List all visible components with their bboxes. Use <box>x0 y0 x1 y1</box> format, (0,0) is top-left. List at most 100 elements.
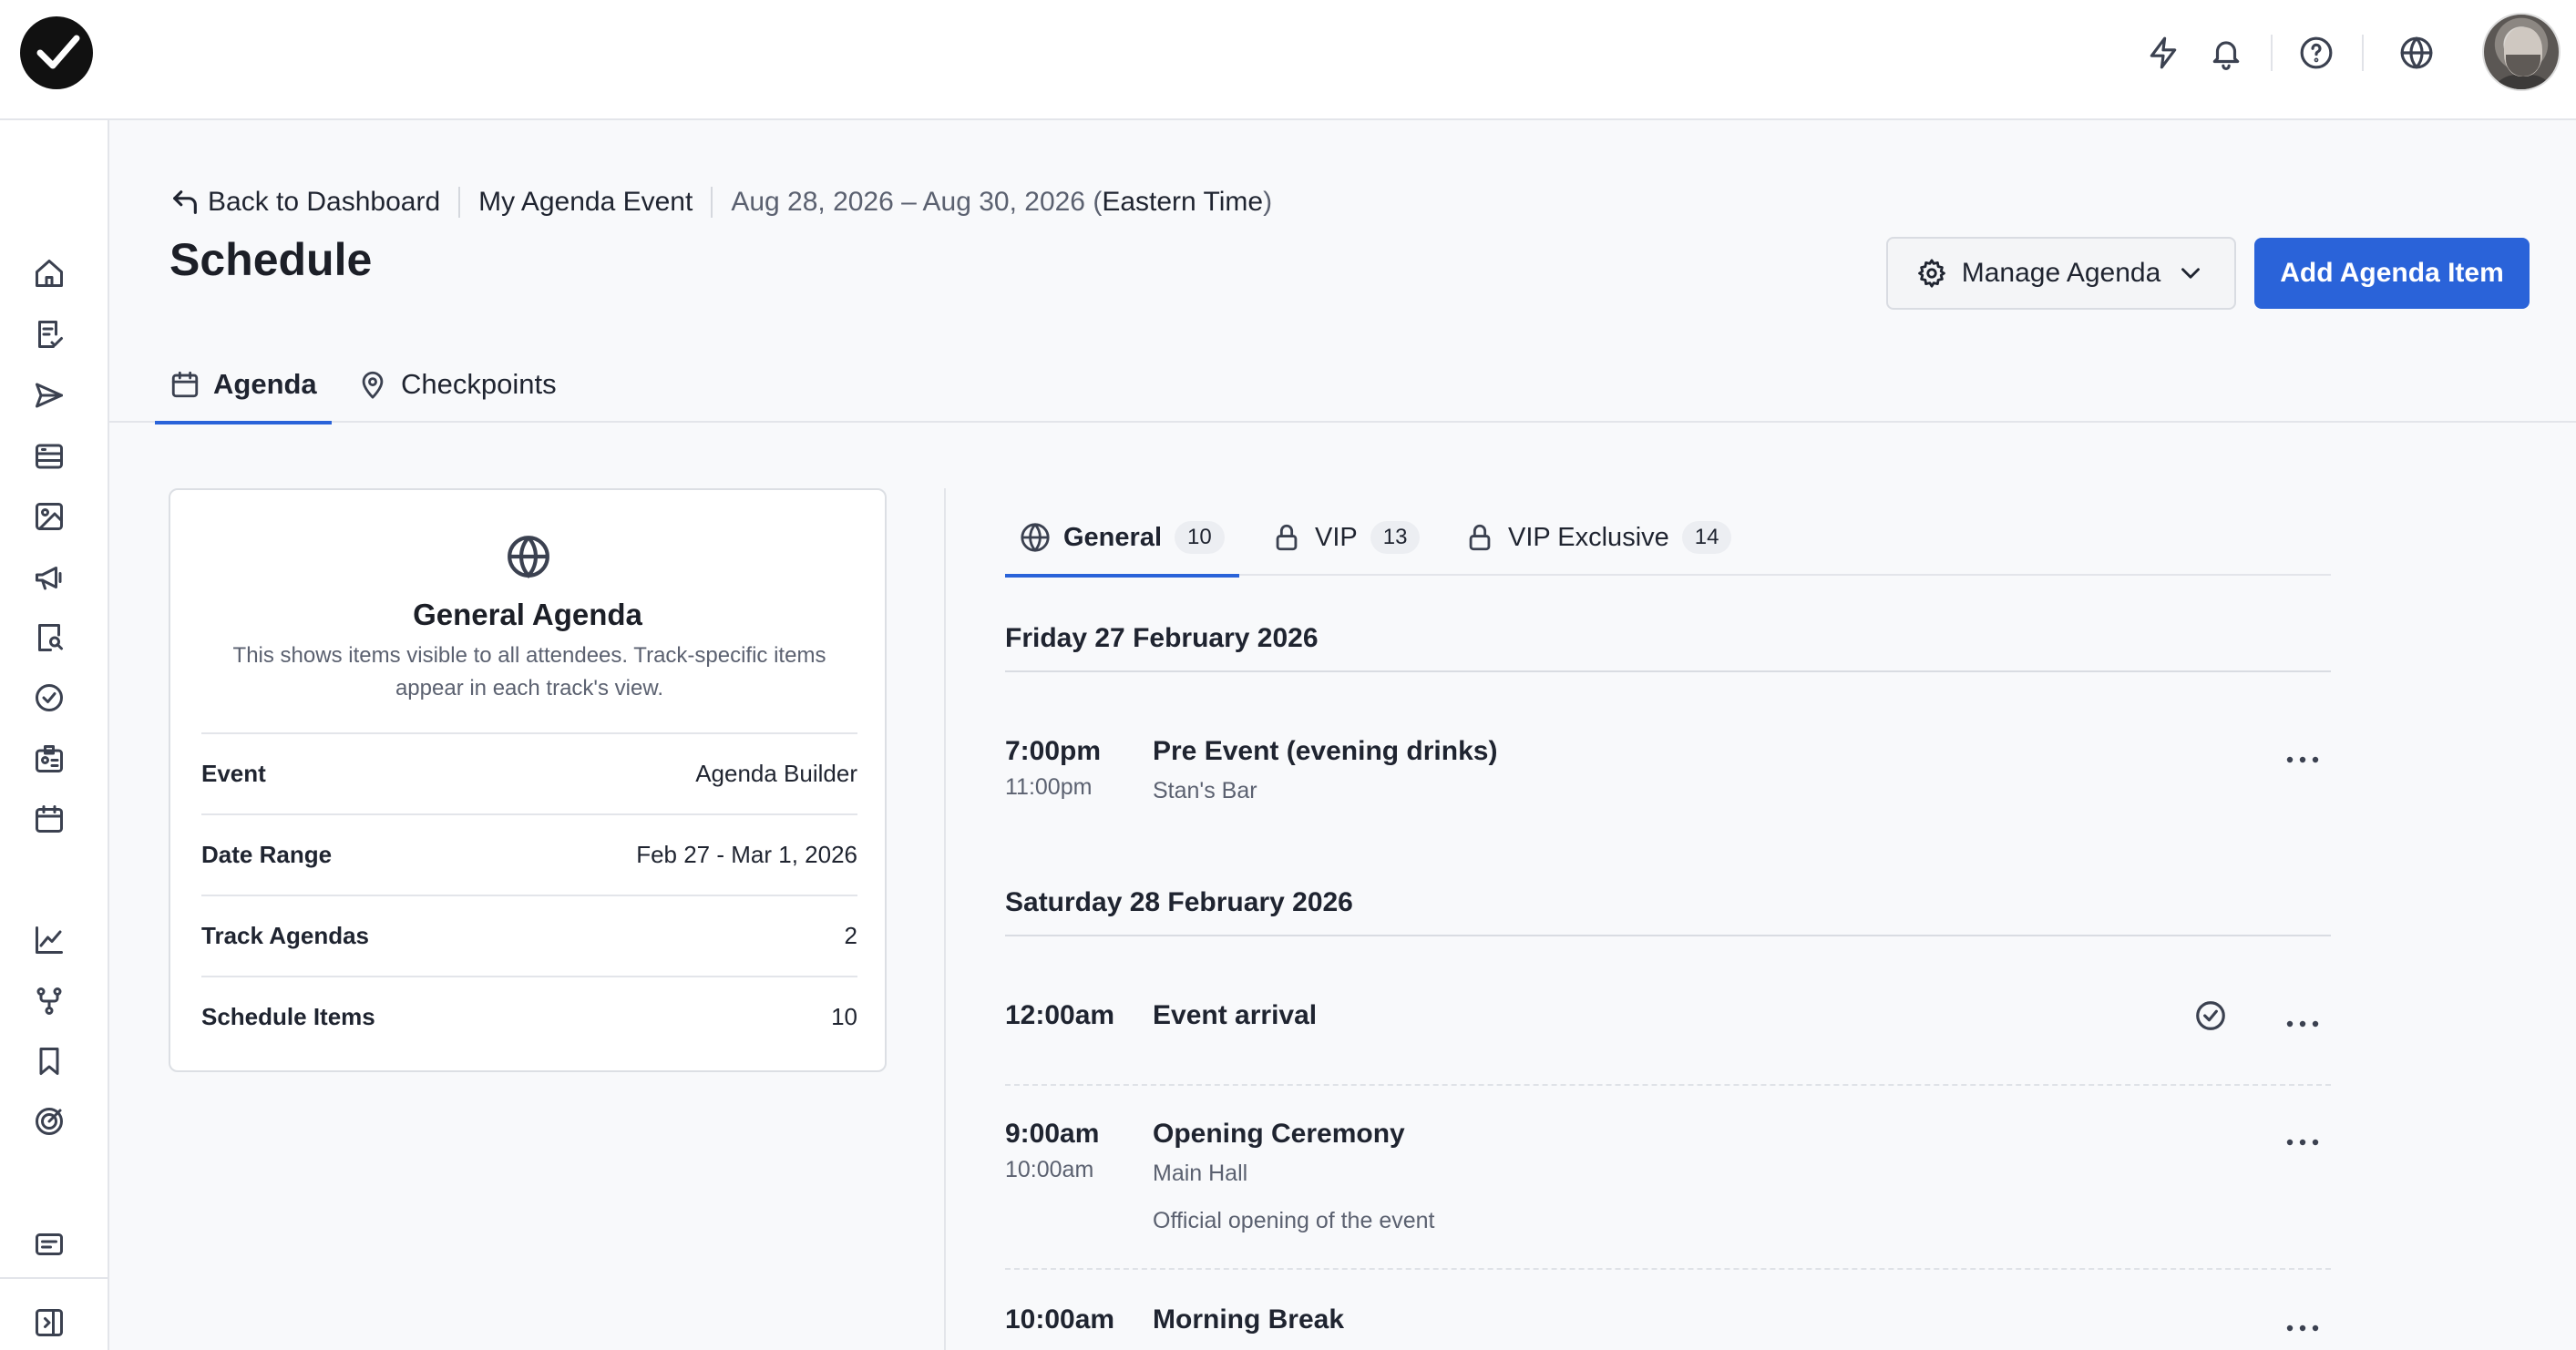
track-tab-label: General <box>1063 522 1162 552</box>
check-circle-icon[interactable] <box>2193 998 2230 1035</box>
breadcrumb-separator <box>711 187 713 218</box>
item-title: Pre Event (evening drinks) <box>1153 736 1498 766</box>
start-time: 10:00am <box>1005 1304 1115 1335</box>
more-options-icon[interactable] <box>2281 1007 2325 1040</box>
breadcrumb-separator <box>458 187 461 218</box>
tab-checkpoints-label: Checkpoints <box>401 368 557 400</box>
map-pin-icon <box>362 371 384 399</box>
card-description: This shows items visible to all attendee… <box>232 643 826 701</box>
card-title: General Agenda <box>413 598 642 631</box>
info-row-date-range: Date Range Feb 27 - Mar 1, 2026 <box>201 813 857 895</box>
avatar[interactable] <box>2482 13 2561 91</box>
id-card-icon[interactable] <box>27 737 71 781</box>
help-icon[interactable] <box>2294 31 2338 75</box>
lock-icon <box>1469 524 1491 551</box>
globe-icon <box>506 534 551 579</box>
general-agenda-card: General Agenda This shows items visible … <box>169 488 887 1072</box>
info-label: Schedule Items <box>201 1003 375 1030</box>
event-name[interactable]: My Agenda Event <box>478 187 693 218</box>
track-count-badge: 14 <box>1681 521 1732 554</box>
globe-icon[interactable] <box>2395 31 2438 75</box>
megaphone-icon[interactable] <box>27 556 71 599</box>
tab-agenda[interactable]: Agenda <box>155 346 332 424</box>
item-location: Stan's Bar <box>1153 778 1257 803</box>
bookmark-icon[interactable] <box>27 1039 71 1083</box>
home-icon[interactable] <box>27 251 71 295</box>
agenda-item[interactable]: 9:00am 10:00am Opening Ceremony Main Hal… <box>1005 1119 2331 1270</box>
track-count-badge: 10 <box>1175 521 1225 554</box>
back-arrow-icon <box>173 190 197 214</box>
image-icon[interactable] <box>27 495 71 538</box>
tab-checkpoints[interactable]: Checkpoints <box>357 346 557 423</box>
event-dates: Aug 28, 2026 – Aug 30, 2026 ( <box>731 187 1103 217</box>
track-count-badge: 13 <box>1370 521 1421 554</box>
day-heading: Saturday 28 February 2026 <box>1005 871 2331 936</box>
page-title: Schedule <box>169 234 373 285</box>
manage-agenda-label: Manage Agenda <box>1961 258 2161 288</box>
item-title: Event arrival <box>1153 1000 1318 1030</box>
item-title: Morning Break <box>1153 1304 1345 1335</box>
track-tab-vip-exclusive[interactable]: VIP Exclusive 14 <box>1464 499 1732 576</box>
panel-toggle-icon[interactable] <box>27 1301 71 1345</box>
add-agenda-item-button[interactable]: Add Agenda Item <box>2254 238 2530 309</box>
agenda-item[interactable]: 12:00am Event arrival <box>1005 1000 2331 1086</box>
sidebar <box>0 120 109 1350</box>
item-description: Official opening of the event <box>1153 1208 1435 1233</box>
agenda-item[interactable]: 7:00pm 11:00pm Pre Event (evening drinks… <box>1005 736 2331 836</box>
track-tab-label: VIP Exclusive <box>1508 522 1669 552</box>
info-value: 2 <box>844 922 857 949</box>
more-options-icon[interactable] <box>2281 1126 2325 1159</box>
gear-icon <box>1917 259 1945 288</box>
bell-icon[interactable] <box>2204 31 2248 75</box>
send-icon[interactable] <box>27 373 71 417</box>
start-time: 7:00pm <box>1005 736 1102 766</box>
track-tabs: General 10 VIP 13 VIP Exclusive 14 <box>1005 499 2331 578</box>
info-value: Feb 27 - Mar 1, 2026 <box>636 841 857 868</box>
track-tab-label: VIP <box>1315 522 1358 552</box>
item-location: Main Hall <box>1153 1161 1248 1186</box>
calendar-icon[interactable] <box>27 797 71 841</box>
event-dates-close: ) <box>1263 187 1273 217</box>
divider <box>0 1277 109 1279</box>
column-divider <box>944 488 946 1350</box>
info-label: Event <box>201 760 266 787</box>
info-label: Track Agendas <box>201 922 370 949</box>
start-time: 9:00am <box>1005 1119 1100 1149</box>
agenda-item[interactable]: 10:00am Morning Break <box>1005 1304 2331 1350</box>
main-tabs: Agenda Checkpoints <box>109 346 2576 424</box>
lightning-icon[interactable] <box>2141 31 2185 75</box>
top-bar <box>0 0 2576 120</box>
logo-icon[interactable] <box>20 16 93 89</box>
manage-agenda-button[interactable]: Manage Agenda <box>1886 237 2236 310</box>
list-icon[interactable] <box>27 435 71 478</box>
track-tab-vip[interactable]: VIP 13 <box>1271 499 1421 576</box>
item-title: Opening Ceremony <box>1153 1119 1405 1149</box>
chart-icon[interactable] <box>27 918 71 962</box>
checklist-icon[interactable] <box>27 312 71 356</box>
info-label: Date Range <box>201 841 333 868</box>
end-time: 10:00am <box>1005 1157 1094 1182</box>
back-to-dashboard-link[interactable]: Back to Dashboard <box>169 187 440 218</box>
globe-icon <box>1021 523 1050 552</box>
info-row-track-agendas: Track Agendas 2 <box>201 895 857 976</box>
calendar-icon <box>171 371 199 398</box>
separator <box>2362 35 2364 71</box>
badge-search-icon[interactable] <box>27 616 71 660</box>
info-row-schedule-items: Schedule Items 10 <box>201 976 857 1057</box>
info-value: 10 <box>831 1003 857 1030</box>
message-icon[interactable] <box>27 1222 71 1266</box>
separator <box>2271 35 2273 71</box>
track-tab-general[interactable]: General 10 <box>1005 499 1239 578</box>
start-time: 12:00am <box>1005 1000 1115 1030</box>
branch-icon[interactable] <box>27 979 71 1023</box>
event-timezone: Eastern Time <box>1102 187 1264 217</box>
more-options-icon[interactable] <box>2281 1312 2325 1345</box>
check-badge-icon[interactable] <box>27 676 71 720</box>
tab-agenda-label: Agenda <box>213 368 317 400</box>
end-time: 11:00pm <box>1005 774 1093 800</box>
more-options-icon[interactable] <box>2281 743 2325 776</box>
info-value: Agenda Builder <box>695 760 857 787</box>
chevron-down-icon <box>2181 268 2201 279</box>
breadcrumb: Back to Dashboard My Agenda Event Aug 28… <box>169 182 1272 222</box>
target-icon[interactable] <box>27 1099 71 1143</box>
